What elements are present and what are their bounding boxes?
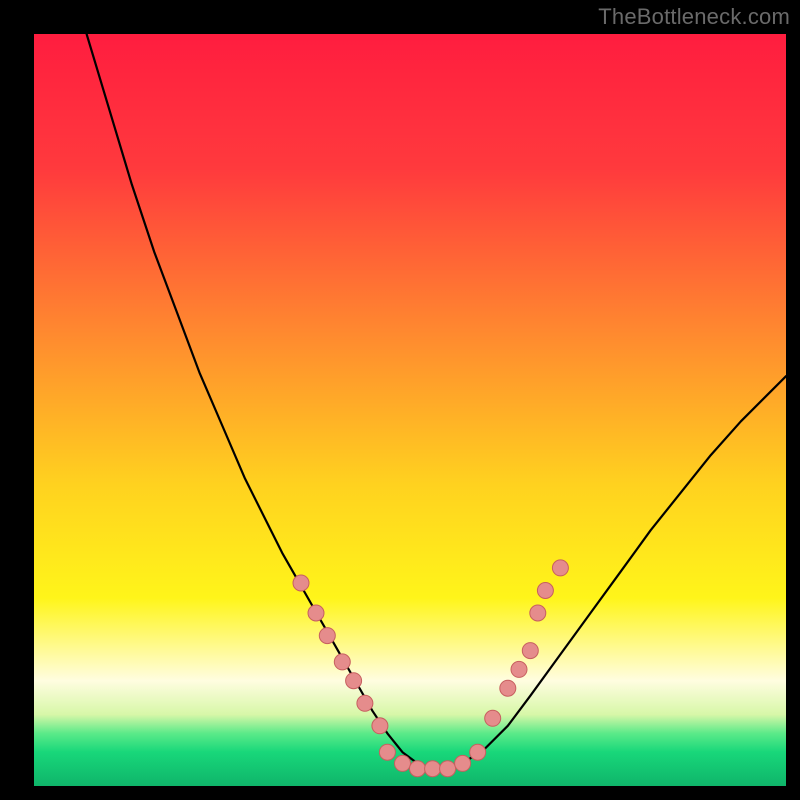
data-marker bbox=[440, 761, 456, 777]
data-marker bbox=[293, 575, 309, 591]
data-marker bbox=[357, 695, 373, 711]
data-marker bbox=[425, 761, 441, 777]
data-marker bbox=[308, 605, 324, 621]
data-marker bbox=[410, 761, 426, 777]
data-marker bbox=[455, 755, 471, 771]
data-marker bbox=[522, 643, 538, 659]
gradient-background bbox=[34, 34, 786, 786]
chart-frame: TheBottleneck.com bbox=[0, 0, 800, 800]
bottleneck-plot bbox=[34, 34, 786, 786]
data-marker bbox=[379, 744, 395, 760]
data-marker bbox=[530, 605, 546, 621]
data-marker bbox=[552, 560, 568, 576]
data-marker bbox=[372, 718, 388, 734]
data-marker bbox=[346, 673, 362, 689]
data-marker bbox=[334, 654, 350, 670]
data-marker bbox=[319, 628, 335, 644]
data-marker bbox=[485, 710, 501, 726]
data-marker bbox=[500, 680, 516, 696]
data-marker bbox=[470, 744, 486, 760]
data-marker bbox=[395, 755, 411, 771]
watermark-text: TheBottleneck.com bbox=[598, 4, 790, 30]
data-marker bbox=[537, 583, 553, 599]
data-marker bbox=[511, 661, 527, 677]
